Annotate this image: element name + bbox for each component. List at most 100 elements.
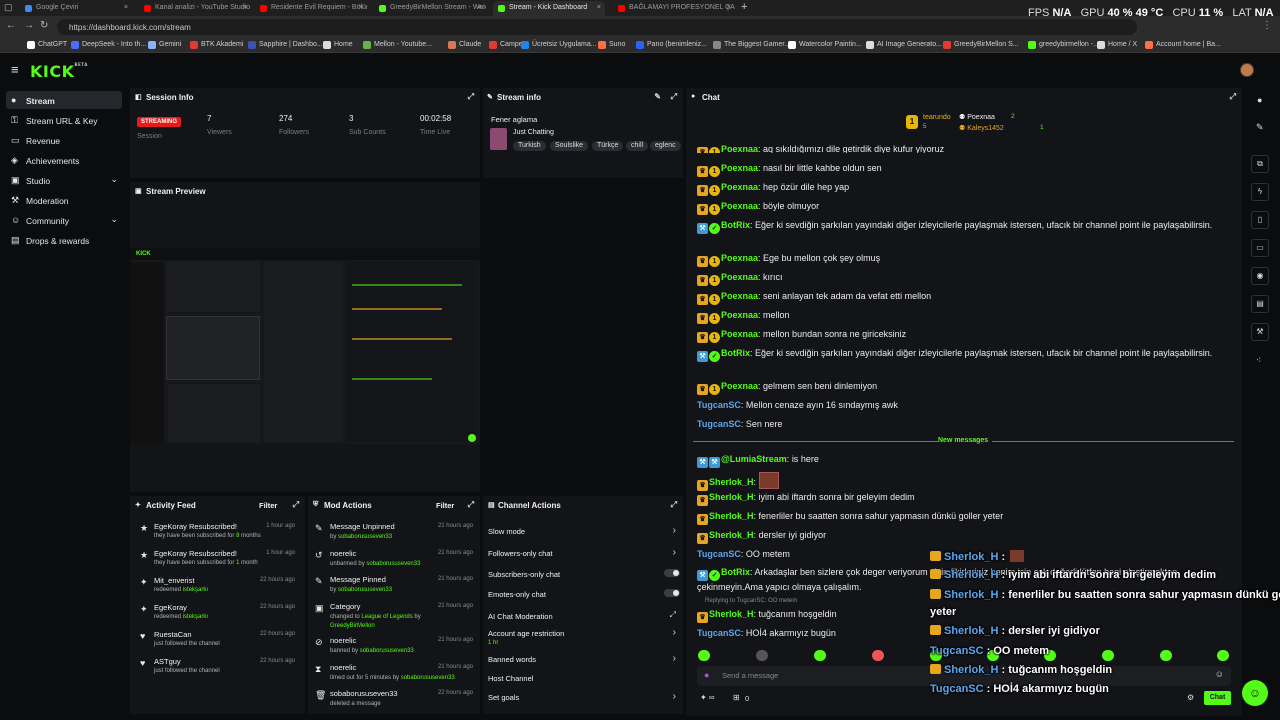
browser-tab[interactable]: GreedyBirMellon Stream - Watch Li× xyxy=(374,1,486,16)
chevron-right-icon[interactable]: › xyxy=(673,525,676,536)
menu-dots-icon[interactable]: ⋮ xyxy=(1262,20,1272,31)
sidebar-item-achievements[interactable]: ◈ Achievements xyxy=(6,151,122,169)
sidebar-item-stream-url-key[interactable]: ⚿ Stream URL & Key xyxy=(6,111,122,129)
sidebar-item-revenue[interactable]: ▭ Revenue xyxy=(6,131,122,149)
popout-icon[interactable]: ⤢ xyxy=(671,92,677,102)
forward-icon[interactable]: → xyxy=(24,20,34,31)
bookmark-item[interactable]: greedybirmellon -... xyxy=(1028,41,1099,49)
browser-tab[interactable]: Kanal analizi - YouTube Studio × xyxy=(139,1,251,16)
bookmark-item[interactable]: Gemini xyxy=(148,41,181,49)
browser-tab[interactable]: Residente Evil Requiem - Bölüm 2 × xyxy=(255,1,367,16)
channel-action-host-channel[interactable]: Host Channel xyxy=(488,674,680,683)
url-input[interactable]: https://dashboard.kick.com/stream xyxy=(57,19,1137,35)
channel-action-banned-words[interactable]: Banned words › xyxy=(488,653,680,664)
chat-send-button[interactable]: Chat xyxy=(1204,691,1231,705)
external-link-icon[interactable]: ⤢ xyxy=(670,610,676,620)
server-icon[interactable]: ▤ xyxy=(1251,295,1269,313)
channel-action-followers-only-chat[interactable]: Followers-only chat › xyxy=(488,547,680,558)
close-tab-icon[interactable]: × xyxy=(597,4,601,11)
bookmark-item[interactable]: AI Image Generato... xyxy=(866,41,942,49)
bookmark-item[interactable]: GreedyBirMellon S... xyxy=(943,41,1019,49)
bookmark-item[interactable]: Claude xyxy=(448,41,481,49)
bookmark-item[interactable]: BTK Akademi xyxy=(190,41,243,49)
gift-icon[interactable]: ⊞ xyxy=(733,693,740,702)
stream-tag[interactable]: Soulslike xyxy=(550,141,589,151)
toggle-switch[interactable] xyxy=(664,589,680,597)
popout-icon[interactable]: ⤢ xyxy=(671,500,677,510)
channel-action-emotes-only-chat[interactable]: Emotes-only chat xyxy=(488,589,680,599)
filter-button[interactable]: Filter xyxy=(259,501,277,510)
browser-tab[interactable]: BAĞLAMAYI PROFESYONEL ÇALMA× xyxy=(613,1,735,16)
apps-icon[interactable]: ⁖ xyxy=(1256,355,1261,366)
bookmark-item[interactable]: ChatGPT xyxy=(27,41,67,49)
message-icon[interactable]: ▭ xyxy=(1251,239,1269,257)
new-tab-icon[interactable]: + xyxy=(741,1,747,13)
chevron-right-icon[interactable]: › xyxy=(673,653,676,664)
stream-tag[interactable]: Turkish xyxy=(513,141,546,151)
stream-preview-video[interactable]: KICK xyxy=(130,248,480,444)
chevron-down-icon[interactable]: ⌄ xyxy=(110,174,118,185)
bookmark-item[interactable]: Ücretsiz Uygulama... xyxy=(521,41,597,49)
close-tab-icon[interactable]: × xyxy=(243,4,247,11)
bookmark-item[interactable]: Account home | Ba... xyxy=(1145,41,1221,49)
avatar[interactable] xyxy=(1240,63,1254,77)
stream-tag[interactable]: eglenc xyxy=(650,141,681,151)
channel-action-ai-chat-moderation[interactable]: AI Chat Moderation ⤢ xyxy=(488,610,680,621)
channel-action-slow-mode[interactable]: Slow mode › xyxy=(488,525,680,536)
kick-logo[interactable]: KICKBETA xyxy=(30,62,88,81)
channel-action-set-goals[interactable]: Set goals › xyxy=(488,691,680,702)
chevron-right-icon[interactable]: › xyxy=(673,627,676,638)
edit-icon[interactable]: ✎ xyxy=(654,92,661,101)
bookmark-item[interactable]: Pano (benimleniz... xyxy=(636,41,707,49)
close-tab-icon[interactable]: × xyxy=(478,4,482,11)
chevron-right-icon[interactable]: › xyxy=(673,691,676,702)
edit-pencil-icon[interactable]: ✎ xyxy=(1256,122,1264,133)
bookmark-item[interactable]: Watercolor Paintin... xyxy=(788,41,862,49)
info-circle-icon[interactable]: ● xyxy=(1257,95,1262,105)
sidebar-item-moderation[interactable]: ⚒ Moderation xyxy=(6,191,122,209)
bookmark-item[interactable]: Home xyxy=(323,41,353,49)
emoji-icon[interactable]: ☺ xyxy=(1215,669,1224,679)
chat-settings-icon[interactable]: ⚙ xyxy=(1187,693,1194,702)
broadcast-icon[interactable]: ◉ xyxy=(1251,267,1269,285)
toggle-switch[interactable] xyxy=(664,569,680,577)
browser-tab[interactable]: Google Çeviri × xyxy=(20,1,132,16)
help-chat-button[interactable]: ☺ xyxy=(1242,680,1268,706)
reload-icon[interactable]: ↻ xyxy=(40,20,48,31)
filter-button[interactable]: Filter xyxy=(436,501,454,510)
chevron-right-icon[interactable]: › xyxy=(673,547,676,558)
chevron-down-icon[interactable]: ⌄ xyxy=(110,214,118,225)
stream-tag[interactable]: Türkçe xyxy=(592,141,624,151)
lightning-icon[interactable]: ϟ xyxy=(1251,183,1269,201)
bookmark-item[interactable]: Sapphire | Dashbo... xyxy=(248,41,323,49)
sidebar-item-drops-rewards[interactable]: ▤ Drops & rewards xyxy=(6,231,122,249)
close-tab-icon[interactable]: × xyxy=(359,4,363,11)
back-icon[interactable]: ← xyxy=(6,20,16,31)
hamburger-menu-icon[interactable]: ≡ xyxy=(11,62,19,77)
close-tab-icon[interactable]: × xyxy=(727,4,731,11)
sidebar-item-studio[interactable]: ▣ Studio ⌄ xyxy=(6,171,122,189)
emote-picker-icon[interactable]: ● xyxy=(704,670,709,680)
popout-icon[interactable]: ⤢ xyxy=(468,92,474,102)
popout-icon[interactable]: ⤢ xyxy=(1230,92,1236,102)
bookmark-item[interactable]: Camper xyxy=(489,41,525,49)
document-icon[interactable]: ▯ xyxy=(1251,211,1269,229)
sidebar-item-community[interactable]: ☺ Community ⌄ xyxy=(6,211,122,229)
browser-tab[interactable]: Stream - Kick Dashboard × xyxy=(493,1,605,16)
bookmark-item[interactable]: Suno xyxy=(598,41,625,49)
bookmark-item[interactable]: DeepSeek - Into th... xyxy=(71,41,146,49)
channel-action-account-age-restriction[interactable]: Account age restriction 1 hr › xyxy=(488,627,680,646)
bookmark-item[interactable]: The Biggest Gamer... xyxy=(713,41,790,49)
popout-icon[interactable]: ⤢ xyxy=(468,500,474,510)
clip-icon[interactable]: ⧉ xyxy=(1251,155,1269,173)
close-tab-icon[interactable]: × xyxy=(124,4,128,11)
stream-tag[interactable]: chill xyxy=(626,141,649,151)
popout-icon[interactable]: ⤢ xyxy=(293,500,299,510)
wrench-icon[interactable]: ⚒ xyxy=(1251,323,1269,341)
bookmark-item[interactable]: Mellon - Youtube... xyxy=(363,41,432,49)
points-icon[interactable]: ✦ ∞ xyxy=(700,693,715,702)
sidebar-item-stream[interactable]: ● Stream xyxy=(6,91,122,109)
tab-list-icon[interactable]: ▢ xyxy=(4,2,13,13)
channel-action-subscribers-only-chat[interactable]: Subscribers-only chat xyxy=(488,569,680,579)
bookmark-item[interactable]: Home / X xyxy=(1097,41,1137,49)
